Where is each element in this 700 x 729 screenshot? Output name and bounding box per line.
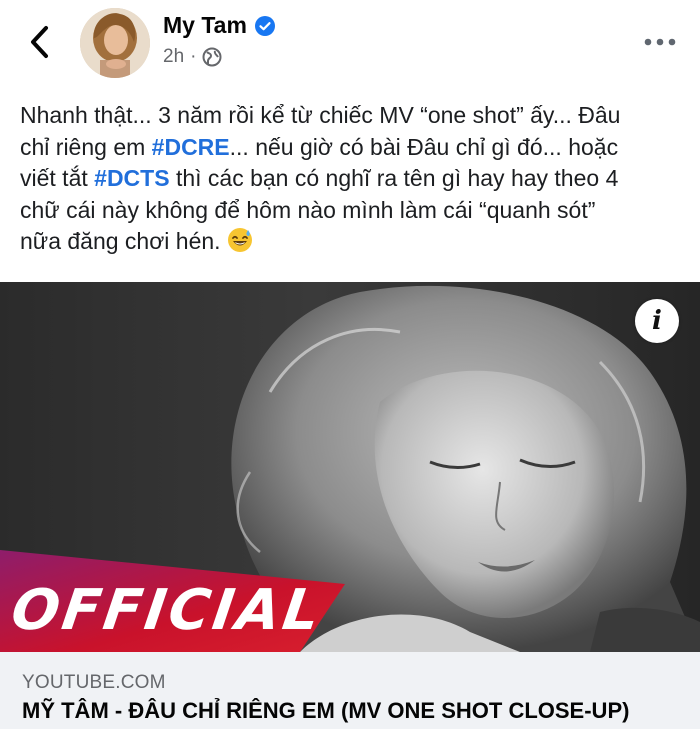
more-horizontal-icon [644, 38, 676, 46]
video-thumbnail[interactable]: OFFICIAL [0, 282, 700, 652]
link-title: MỸ TÂM - ĐÂU CHỈ RIÊNG EM (MV ONE SHOT C… [22, 698, 630, 723]
post-text-segment: ... nếu giờ có bài Đâu chỉ gì đó... hoặc [229, 133, 619, 160]
author-name-row: My Tam [163, 12, 275, 39]
post-text-segment: Nhanh thật... 3 năm rồi kể từ chiếc MV “… [20, 102, 621, 128]
official-badge-text: OFFICIAL [7, 578, 327, 643]
info-button[interactable]: i [635, 299, 679, 343]
post-text: Nhanh thật... 3 năm rồi kể từ chiếc MV “… [20, 100, 682, 258]
hashtag-dcre[interactable]: #DCRE [152, 134, 230, 160]
avatar[interactable] [80, 8, 150, 78]
chevron-left-icon [31, 26, 48, 58]
post-text-segment: chỉ riêng em [20, 133, 152, 160]
post-text-segment: chữ cái này không để hôm nào mình làm cá… [20, 196, 596, 223]
post-header: My Tam 2h · [0, 0, 700, 90]
post-meta: 2h · [163, 46, 222, 68]
post-time[interactable]: 2h [163, 46, 184, 68]
link-preview[interactable]: YOUTUBE.COM MỸ TÂM - ĐÂU CHỈ RIÊNG EM (M… [0, 652, 700, 729]
verified-badge-icon [254, 15, 275, 36]
globe-icon[interactable] [202, 47, 222, 67]
post-text-line: viết tắt #DCTS thì các bạn có nghĩ ra tê… [20, 163, 682, 195]
post-text-segment: nữa đăng chơi hén. [20, 228, 227, 254]
grinning-sweat-emoji-icon [227, 228, 252, 252]
post-text-line: nữa đăng chơi hén. [20, 226, 682, 258]
post-text-line: chữ cái này không để hôm nào mình làm cá… [20, 195, 682, 227]
post-text-line: Nhanh thật... 3 năm rồi kể từ chiếc MV “… [20, 100, 682, 132]
post-text-segment: viết tắt [20, 165, 95, 191]
post-text-line: chỉ riêng em #DCRE... nếu giờ có bài Đâu… [20, 132, 682, 164]
more-options-button[interactable] [640, 30, 680, 54]
hashtag-dcts[interactable]: #DCTS [94, 165, 169, 191]
meta-separator: · [190, 46, 197, 67]
back-button[interactable] [22, 22, 58, 62]
link-domain: YOUTUBE.COM [22, 672, 166, 693]
post-text-segment: thì các bạn có nghĩ ra tên gì hay hay th… [169, 165, 619, 191]
author-name[interactable]: My Tam [163, 12, 247, 39]
